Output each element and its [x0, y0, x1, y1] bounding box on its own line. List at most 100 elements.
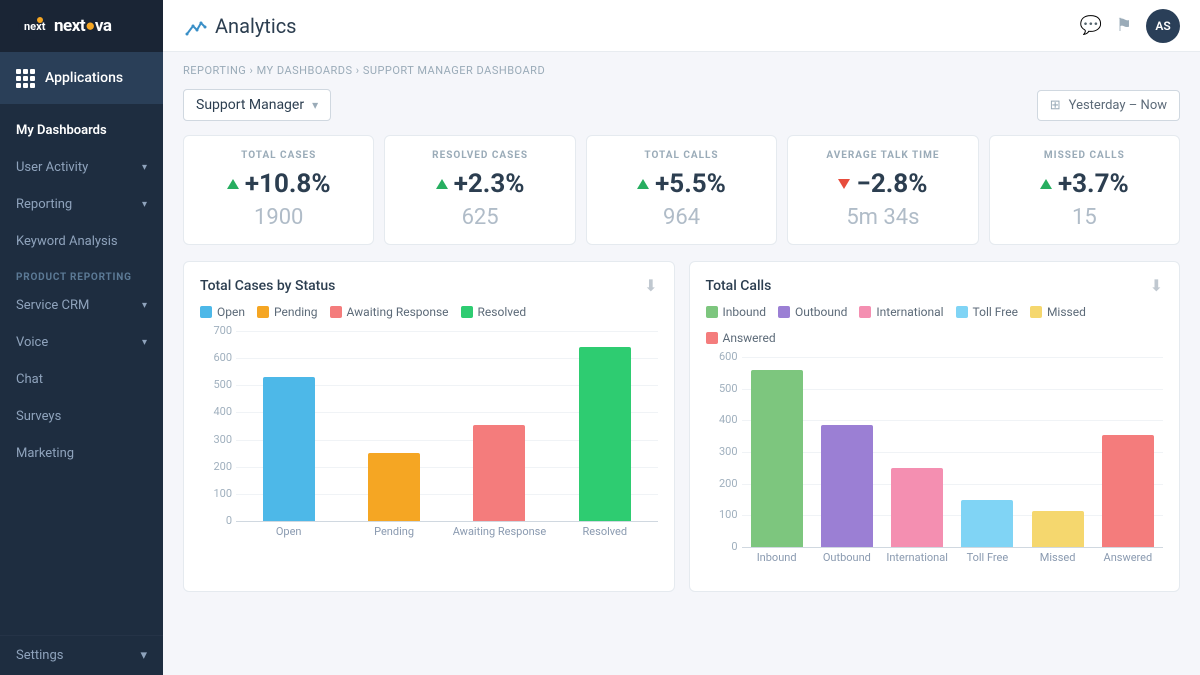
kpi-card: TOTAL CASES +10.8% 1900: [183, 135, 374, 245]
settings-nav[interactable]: Settings ▾: [0, 635, 163, 675]
kpi-value: 625: [401, 205, 558, 230]
svg-text:next: next: [24, 20, 46, 33]
legend-item: Inbound: [706, 305, 766, 319]
breadcrumb-reporting[interactable]: REPORTING: [183, 64, 246, 77]
kpi-label: RESOLVED CASES: [401, 150, 558, 161]
sidebar-item-keyword-analysis[interactable]: Keyword Analysis: [0, 223, 163, 260]
chart-header: Total Cases by Status ⬇: [200, 276, 658, 295]
y-axis-label: 0: [200, 514, 232, 527]
x-axis-label: Outbound: [812, 551, 882, 564]
calendar-icon: ⊞: [1050, 98, 1061, 113]
avatar[interactable]: AS: [1146, 9, 1180, 43]
legend-item: Outbound: [778, 305, 847, 319]
kpi-percentage: +10.8%: [245, 169, 331, 199]
y-axis-label: 400: [200, 405, 232, 418]
kpi-card: MISSED CALLS +3.7% 15: [989, 135, 1180, 245]
sidebar-item-reporting[interactable]: Reporting ▾: [0, 186, 163, 223]
total-calls-chart: Total Calls ⬇ InboundOutboundInternation…: [689, 261, 1181, 592]
kpi-card: AVERAGE TALK TIME −2.8% 5m 34s: [787, 135, 978, 245]
charts-row: Total Cases by Status ⬇ OpenPendingAwait…: [183, 261, 1180, 592]
bar: [961, 500, 1013, 547]
legend-item: Open: [200, 305, 245, 319]
kpi-card: TOTAL CALLS +5.5% 964: [586, 135, 777, 245]
chevron-down-icon: ▾: [142, 199, 147, 210]
chart-header: Total Calls ⬇: [706, 276, 1164, 295]
x-axis-label: Pending: [341, 525, 446, 538]
bar: [263, 377, 315, 521]
kpi-percentage: −2.8%: [856, 169, 927, 199]
trend-up-icon: [637, 179, 649, 189]
chart-title: Total Cases by Status: [200, 278, 335, 294]
bar: [821, 425, 873, 547]
x-axis-label: International: [882, 551, 952, 564]
sidebar-item-service-crm[interactable]: Service CRM ▾: [0, 287, 163, 324]
kpi-change: +3.7%: [1006, 169, 1163, 199]
chat-icon[interactable]: 💬: [1079, 15, 1101, 36]
y-axis-label: 700: [200, 324, 232, 337]
legend-item: Resolved: [461, 305, 527, 319]
kpi-label: TOTAL CASES: [200, 150, 357, 161]
x-labels: InboundOutboundInternationalToll FreeMis…: [742, 551, 1164, 564]
topbar-right: 💬 ⚑ AS: [1079, 9, 1180, 43]
legend-item: Toll Free: [956, 305, 1018, 319]
applications-nav[interactable]: Applications: [0, 52, 163, 104]
bars-area: [742, 357, 1164, 547]
x-axis: [742, 547, 1164, 548]
kpi-row: TOTAL CASES +10.8% 1900 RESOLVED CASES +…: [183, 135, 1180, 245]
chart-legend: OpenPendingAwaiting ResponseResolved: [200, 305, 658, 319]
y-axis-label: 100: [200, 487, 232, 500]
bar-chart-right: 0100200300400500600InboundOutboundIntern…: [706, 357, 1164, 577]
download-icon[interactable]: ⬇: [644, 276, 657, 295]
nextiva-logo-icon: next: [16, 10, 48, 42]
date-range-picker[interactable]: ⊞ Yesterday – Now: [1037, 90, 1180, 121]
breadcrumb-my-dashboards[interactable]: MY DASHBOARDS: [257, 64, 353, 77]
kpi-change: +5.5%: [603, 169, 760, 199]
kpi-percentage: +2.3%: [454, 169, 525, 199]
sidebar-item-user-activity[interactable]: User Activity ▾: [0, 149, 163, 186]
dashboard-dropdown[interactable]: Support Manager ▾: [183, 89, 331, 121]
legend-item: Pending: [257, 305, 318, 319]
x-axis-label: Answered: [1093, 551, 1163, 564]
sidebar-item-voice[interactable]: Voice ▾: [0, 324, 163, 361]
sidebar-item-chat[interactable]: Chat: [0, 361, 163, 398]
bars-area: [236, 331, 658, 521]
bar-group: [742, 357, 812, 547]
breadcrumb-current: SUPPORT MANAGER DASHBOARD: [363, 64, 545, 77]
bar-group: [447, 331, 552, 521]
y-axis-label: 300: [200, 433, 232, 446]
bar-group: [952, 357, 1022, 547]
sidebar-item-surveys[interactable]: Surveys: [0, 398, 163, 435]
kpi-change: +10.8%: [200, 169, 357, 199]
sidebar-item-my-dashboards[interactable]: My Dashboards: [0, 112, 163, 149]
bar-group: [341, 331, 446, 521]
legend-item: Answered: [706, 331, 776, 345]
y-axis-label: 0: [706, 540, 738, 553]
x-axis-label: Inbound: [742, 551, 812, 564]
flag-icon[interactable]: ⚑: [1116, 15, 1132, 36]
topbar-left: Analytics: [183, 14, 297, 38]
logo: next next●va: [0, 0, 163, 52]
kpi-percentage: +3.7%: [1058, 169, 1129, 199]
bar-chart-left: 0100200300400500600700OpenPendingAwaitin…: [200, 331, 658, 551]
page-title: Analytics: [215, 14, 297, 38]
download-icon[interactable]: ⬇: [1150, 276, 1163, 295]
kpi-value: 15: [1006, 205, 1163, 230]
chevron-down-icon: ▾: [140, 648, 147, 663]
chevron-down-icon: ▾: [312, 98, 318, 112]
bar: [1102, 435, 1154, 547]
sidebar-item-marketing[interactable]: Marketing: [0, 435, 163, 472]
x-axis-label: Missed: [1023, 551, 1093, 564]
y-axis-label: 300: [706, 445, 738, 458]
chevron-down-icon: ▾: [142, 162, 147, 173]
kpi-label: TOTAL CALLS: [603, 150, 760, 161]
x-axis-label: Resolved: [552, 525, 657, 538]
y-axis-label: 600: [200, 351, 232, 364]
analytics-icon: [183, 14, 207, 38]
bar-group: [1093, 357, 1163, 547]
x-axis-label: Toll Free: [952, 551, 1022, 564]
legend-item: Missed: [1030, 305, 1086, 319]
y-axis-label: 400: [706, 413, 738, 426]
sidebar: next next●va Applications My Dashboards …: [0, 0, 163, 675]
trend-up-icon: [436, 179, 448, 189]
bar-group: [812, 357, 882, 547]
